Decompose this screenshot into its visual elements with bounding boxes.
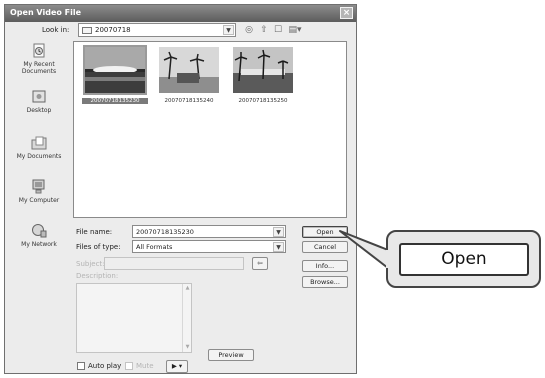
callout-pointer-mask [386,250,390,268]
enlarged-open-label: Open [441,249,487,269]
open-button-enlarged: Open [399,243,529,276]
